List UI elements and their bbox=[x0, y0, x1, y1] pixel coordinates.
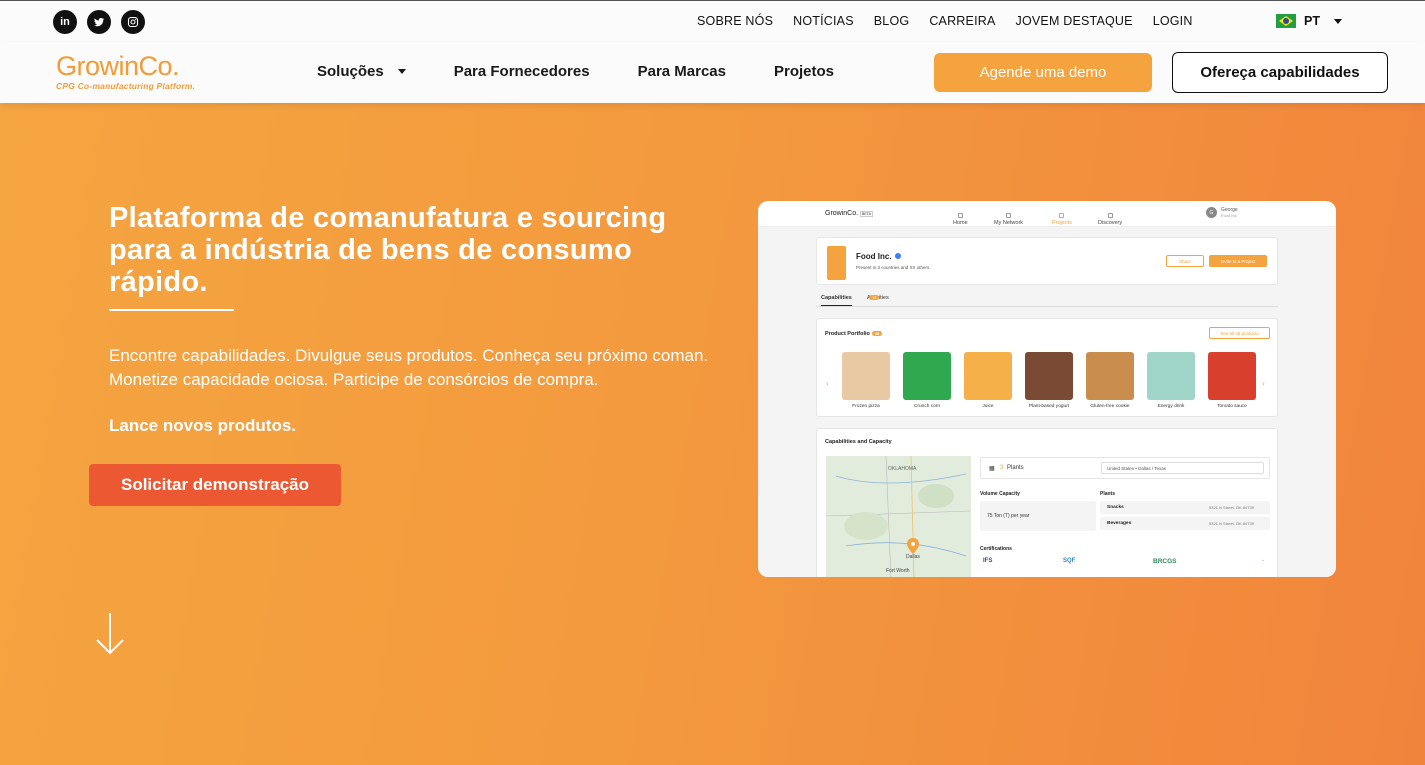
product-image bbox=[1086, 352, 1134, 400]
product-tile: Plant-based yogurt bbox=[1025, 352, 1073, 409]
product-label: Plant-based yogurt bbox=[1028, 404, 1070, 409]
mockup-company-card: Food Inc. Present in 3 countries and XX … bbox=[816, 237, 1278, 285]
top-link-login[interactable]: LOGIN bbox=[1153, 14, 1193, 28]
plants-row: ▦ 3 Plants United States • Dallas / Texa… bbox=[980, 457, 1270, 479]
logo-text: GrowinCo. bbox=[56, 51, 180, 81]
product-label: Gluten-free cookie bbox=[1090, 404, 1130, 409]
map-label-dallas: Dallas bbox=[906, 554, 920, 560]
verified-icon bbox=[894, 253, 901, 259]
schedule-demo-button[interactable]: Agende uma demo bbox=[934, 53, 1152, 92]
product-image bbox=[842, 352, 890, 400]
product-tile: Juice bbox=[964, 352, 1012, 409]
product-image bbox=[903, 352, 951, 400]
mockup-user: G George Food Inc. bbox=[1206, 207, 1238, 218]
portfolio-title: Product Portfolio 48 bbox=[825, 331, 883, 337]
mockup-profile-tabs: Capabilities Activities12 bbox=[816, 295, 1278, 307]
hero-lead-strong: Lance novos produtos. bbox=[109, 416, 297, 435]
factory-icon: ▦ bbox=[989, 466, 995, 472]
top-link-jovem-destaque[interactable]: JOVEM DESTAQUE bbox=[1016, 14, 1133, 28]
map-label-fort-worth: Fort Worth bbox=[886, 568, 910, 574]
linkedin-icon[interactable]: in bbox=[53, 10, 77, 34]
product-label: Energy drink bbox=[1157, 404, 1185, 409]
company-name: Food Inc. bbox=[856, 252, 901, 261]
nav-item-label: Projetos bbox=[774, 63, 835, 80]
ifs-logo: IFS bbox=[983, 558, 993, 564]
product-tile: Crunch corn bbox=[903, 352, 951, 409]
share-button: Share bbox=[1166, 255, 1204, 267]
nav-item-solucoes[interactable]: Soluções bbox=[317, 63, 406, 80]
brcgs-logo: BRCGS bbox=[1153, 558, 1177, 565]
product-label: Tomato sauce bbox=[1217, 404, 1247, 409]
nav-item-label: Soluções bbox=[317, 63, 384, 80]
hero-lead: Encontre capabilidades. Divulgue seus pr… bbox=[109, 346, 709, 389]
avatar: G bbox=[1206, 207, 1217, 218]
product-image bbox=[1025, 352, 1073, 400]
nav-links: Soluções Para Fornecedores Para Marcas P… bbox=[317, 63, 882, 80]
mockup-topbar: GrowinCo. BETA Home My Network Projects … bbox=[758, 201, 1336, 227]
chevron-right-icon: › bbox=[1262, 379, 1265, 388]
mockup-capacity-card: Capabilities and Capacity OKLAHOMA Dalla… bbox=[816, 428, 1278, 577]
mockup-tab-network: My Network bbox=[994, 213, 1023, 226]
capacity-title: Capabilities and Capacity bbox=[825, 439, 892, 445]
company-logo bbox=[827, 246, 846, 280]
mockup-portfolio-card: Product Portfolio 48 See all 45 products … bbox=[816, 318, 1278, 417]
nav-item-para-marcas[interactable]: Para Marcas bbox=[638, 63, 726, 80]
mockup-map: OKLAHOMA Dallas Fort Worth bbox=[826, 456, 971, 577]
offer-capabilities-button[interactable]: Ofereça capabilidades bbox=[1172, 52, 1388, 93]
top-link-noticias[interactable]: NOTÍCIAS bbox=[793, 14, 854, 28]
product-image bbox=[1208, 352, 1256, 400]
language-selector[interactable]: PT bbox=[1276, 14, 1342, 28]
sqf-logo: SQF bbox=[1063, 558, 1076, 564]
see-all-button: See all 45 products bbox=[1209, 327, 1270, 339]
chevron-left-icon: ‹ bbox=[826, 379, 829, 388]
main-nav: GrowinCo. CPG Co-manufacturing Platform.… bbox=[0, 42, 1425, 103]
headline-underline bbox=[109, 309, 234, 311]
hero-headline: Plataforma de comanufatura e sourcing pa… bbox=[109, 202, 667, 298]
product-tile: Gluten-free cookie bbox=[1086, 352, 1134, 409]
mockup-tab-discovery: Discovery bbox=[1098, 213, 1122, 226]
language-label: PT bbox=[1304, 14, 1320, 28]
invite-button: Invite to a Project bbox=[1209, 255, 1267, 267]
top-link-carreira[interactable]: CARREIRA bbox=[929, 14, 995, 28]
nav-item-label: Para Marcas bbox=[637, 63, 726, 80]
map-label-oklahoma: OKLAHOMA bbox=[888, 466, 917, 472]
nav-item-para-fornecedores[interactable]: Para Fornecedores bbox=[454, 63, 590, 80]
mockup-tab-projects: Projects bbox=[1052, 213, 1072, 226]
product-label: Crunch corn bbox=[913, 404, 941, 409]
location-select: United States • Dallas / Texas bbox=[1101, 462, 1264, 474]
product-tile: Tomato sauce bbox=[1208, 352, 1256, 409]
growinco-logo[interactable]: GrowinCo. CPG Co-manufacturing Platform. bbox=[56, 51, 195, 91]
nav-item-label: Para Fornecedores bbox=[453, 63, 590, 80]
chevron-down-icon bbox=[397, 69, 406, 74]
chevron-down-icon: ⌄ bbox=[1261, 557, 1266, 563]
twitter-icon[interactable] bbox=[87, 10, 111, 34]
top-link-sobre-nos[interactable]: SOBRE NÓS bbox=[697, 14, 773, 28]
product-tile: Frozen pizza bbox=[842, 352, 890, 409]
top-bar: in SOBRE NÓS NOTÍCIAS BLOG CARREIRA JOVE… bbox=[0, 0, 1425, 42]
product-label: Juice bbox=[982, 404, 994, 409]
app-screenshot-mockup: GrowinCo. BETA Home My Network Projects … bbox=[758, 201, 1336, 577]
product-tile: Energy drink bbox=[1147, 352, 1195, 409]
mockup-body: Food Inc. Present in 3 countries and XX … bbox=[758, 227, 1336, 577]
company-present: Present in 3 countries and XX others. bbox=[856, 265, 931, 270]
product-image bbox=[1147, 352, 1195, 400]
top-link-blog[interactable]: BLOG bbox=[874, 14, 910, 28]
mockup-logo: GrowinCo. BETA bbox=[825, 210, 873, 217]
top-links: SOBRE NÓS NOTÍCIAS BLOG CARREIRA JOVEM D… bbox=[697, 14, 1193, 28]
chevron-down-icon bbox=[1333, 18, 1342, 24]
product-label: Frozen pizza bbox=[852, 404, 880, 409]
instagram-icon[interactable] bbox=[121, 10, 145, 34]
request-demo-button[interactable]: Solicitar demonstração bbox=[89, 464, 341, 506]
product-image bbox=[964, 352, 1012, 400]
brazil-flag-icon bbox=[1276, 14, 1296, 28]
hero-section: Plataforma de comanufatura e sourcing pa… bbox=[0, 103, 1425, 765]
nav-item-projetos[interactable]: Projetos bbox=[774, 63, 834, 80]
mockup-tab-home: Home bbox=[953, 213, 968, 226]
logo-tagline: CPG Co-manufacturing Platform. bbox=[56, 81, 196, 91]
scroll-down-arrow-icon[interactable] bbox=[94, 611, 126, 662]
